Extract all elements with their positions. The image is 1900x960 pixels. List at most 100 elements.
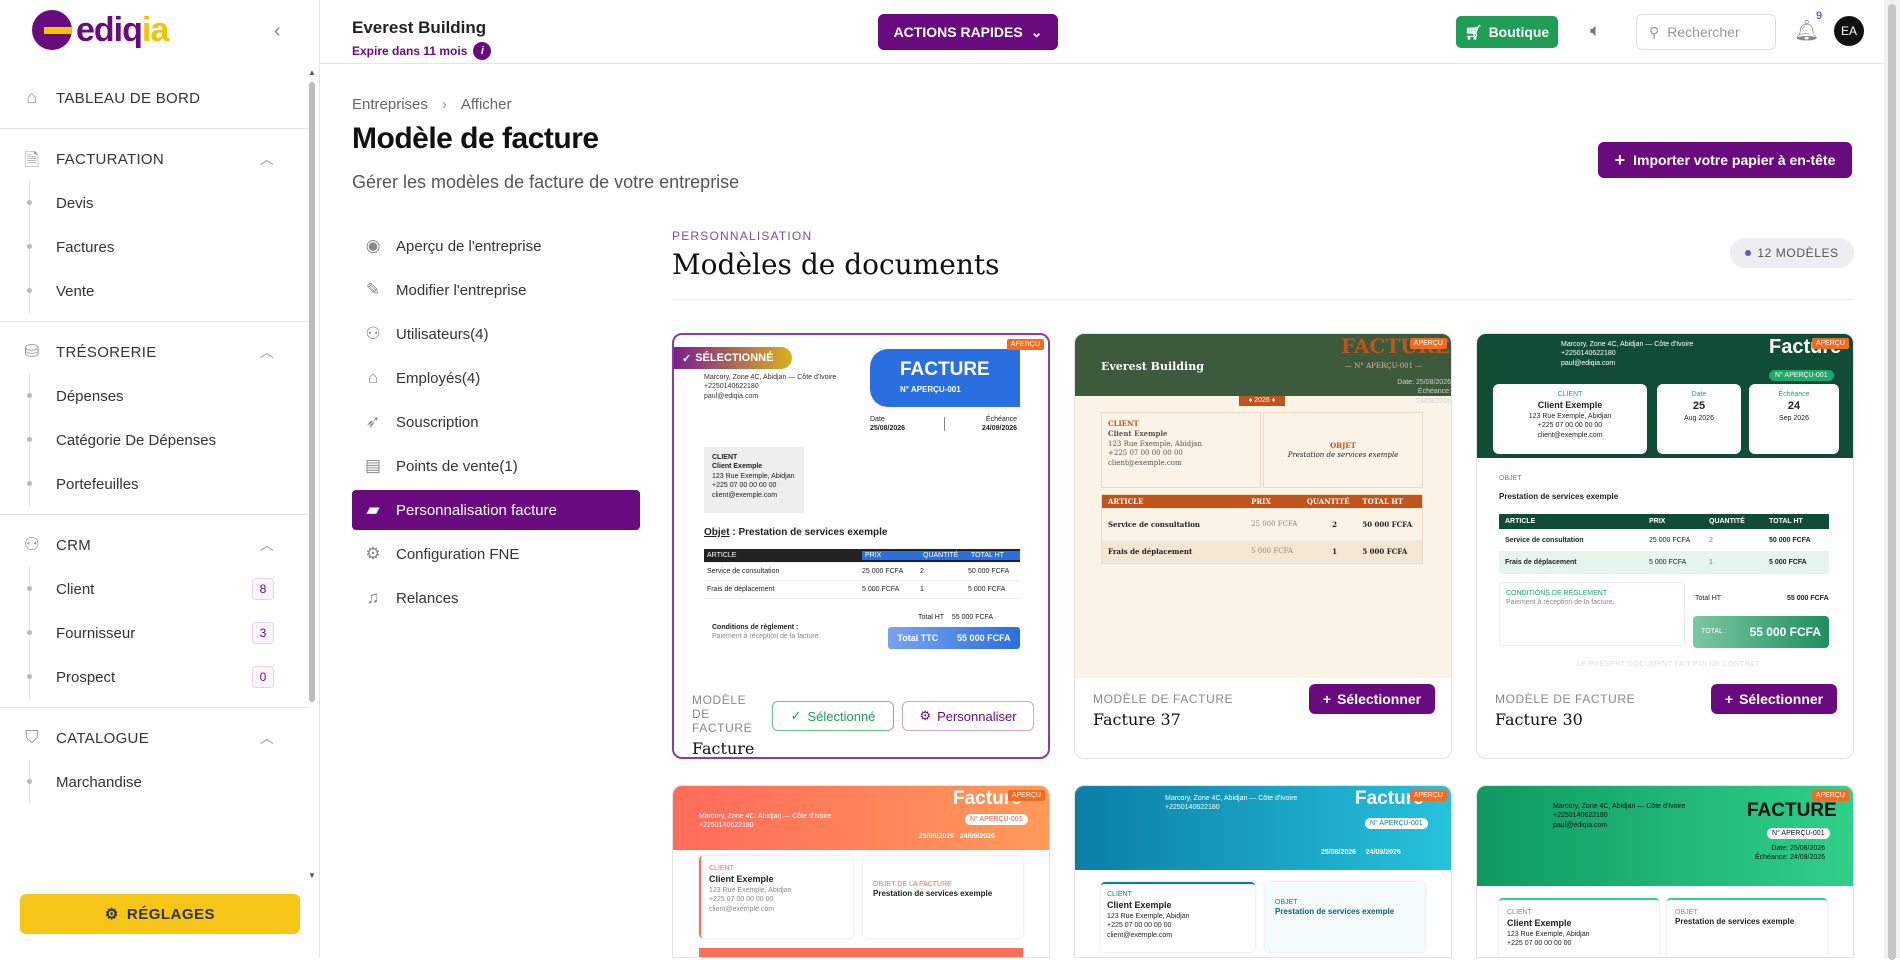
selected-button[interactable]: ✓ Sélectionné (772, 701, 894, 731)
template-card[interactable]: APERÇU ✓ SÉLECTIONNÉ Marcory, Zone 4C, Ab… (672, 333, 1050, 759)
table-cell: 25 000 FCFA (1251, 519, 1298, 528)
plus-icon: + (1614, 149, 1626, 170)
table-cell: Frais de déplacement (1108, 546, 1193, 556)
invoice-preview: APERÇU Marcory, Zone 4C, Abidjan — Côte … (673, 786, 1049, 957)
menu-item-points-de-vente[interactable]: ▤ Points de vente(1) (352, 446, 640, 486)
sidebar-item-label: Devis (56, 194, 94, 212)
sample-client-name: Client Exemple (712, 463, 763, 471)
sidebar-item-label: Prospect (56, 668, 116, 686)
collapse-sidebar-icon[interactable]: ‹ (274, 20, 281, 43)
sample-date-day: 25 (1692, 400, 1706, 413)
preview-badge: APERÇU (1409, 338, 1447, 349)
info-icon[interactable]: i (473, 42, 492, 60)
sidebar-section-tresorerie: ⛁ TRÉSORERIE ︿ Dépenses Catégorie De Dépen… (0, 322, 310, 515)
sample-client-email: client@exemple.com (709, 905, 775, 913)
select-template-button[interactable]: + Sélectionner (1309, 684, 1435, 714)
sample-date: 25/08/2026 (870, 425, 906, 433)
menu-item-fne[interactable]: ⚙ Configuration FNE (352, 534, 640, 574)
breadcrumb-current: Afficher (460, 96, 512, 113)
sidebar-label: CRM (56, 536, 92, 554)
sidebar-scrollbar[interactable]: ▲ ▼ (308, 68, 316, 880)
table-cell: Service de consultation (1108, 519, 1200, 529)
col-header: TOTAL HT (1362, 496, 1404, 506)
sample-date-label: Date (1691, 391, 1707, 398)
sample-phone: +2250140622180 (1165, 804, 1220, 812)
sidebar-section-header[interactable]: ⛉ CATALOGUE ︿ (0, 716, 310, 760)
table-cell: 5 000 FCFA (968, 585, 1006, 593)
sidebar-item-vente[interactable]: Vente (0, 269, 310, 313)
sample-date-label: Date (870, 416, 885, 423)
table-cell: Frais de déplacement (707, 585, 775, 593)
sample-object-label: OBJET (1275, 899, 1298, 906)
avatar[interactable]: EA (1834, 16, 1864, 46)
table-cell: 1 (1332, 546, 1337, 556)
card-footer: MODÈLE DE FACTURE Facture 1 (674, 679, 774, 757)
menu-item-apercu[interactable]: ◉ Aperçu de l'entreprise (352, 226, 640, 266)
sidebar-item-label: Portefeuilles (56, 475, 139, 493)
sidebar-item-fournisseur[interactable]: Fournisseur 3 (0, 611, 310, 655)
customize-label: Personnaliser (937, 708, 1017, 724)
rocket-icon: ➶ (365, 412, 381, 431)
search-input[interactable]: ⚲ Rechercher (1636, 14, 1776, 50)
sidebar-item-client[interactable]: Client 8 (0, 567, 310, 611)
table-cell: 2 (1709, 536, 1713, 544)
store-icon: ▤ (364, 456, 382, 475)
breadcrumb-link[interactable]: Entreprises (352, 96, 428, 113)
page-scrollbar[interactable] (1884, 0, 1900, 960)
template-card[interactable]: APERÇU Marcory, Zone 4C, Abidjan — Côte … (1476, 333, 1854, 759)
preview-badge: APERÇU (1006, 339, 1044, 350)
menu-item-souscription[interactable]: ➶ Souscription (352, 402, 640, 442)
template-card[interactable]: APERÇU Everest Building FACTURE — N° APE… (1074, 333, 1452, 759)
table-cell: 2 (1332, 519, 1337, 529)
template-card[interactable]: APERÇU Marcory, Zone 4C, Abidjan — Côte … (1476, 785, 1854, 958)
sidebar-item-marchandise[interactable]: Marchandise (0, 760, 310, 804)
sample-due-label: Échéance (1778, 391, 1810, 398)
sidebar-section-header[interactable]: ⛁ TRÉSORERIE ︿ (0, 330, 310, 374)
select-template-button[interactable]: + Sélectionner (1711, 684, 1837, 714)
invoice-preview: APERÇU ✓ SÉLECTIONNÉ Marcory, Zone 4C, Ab… (674, 335, 1048, 679)
sample-date: 25/08/2026 (1415, 379, 1451, 386)
breadcrumb: Entreprises › Afficher (352, 96, 511, 113)
sidebar-item-portefeuilles[interactable]: Portefeuilles (0, 462, 310, 506)
menu-item-relances[interactable]: ♫ Relances (352, 578, 640, 618)
customize-button[interactable]: ⚙ Personnaliser (902, 701, 1034, 731)
template-card[interactable]: APERÇU Marcory, Zone 4C, Abidjan — Côte … (1074, 785, 1452, 958)
conditions-text: Paiement à réception de la facture. (712, 633, 821, 641)
logo[interactable]: ediqia (32, 10, 169, 50)
preview-badge: APERÇU (1007, 790, 1045, 801)
sidebar-item-categorie-depenses[interactable]: Catégorie De Dépenses (0, 418, 310, 462)
col-header: QUANTITÉ (1709, 517, 1745, 525)
menu-label: Aperçu de l'entreprise (396, 237, 542, 255)
paint-roller-icon: ▰ (366, 500, 380, 519)
sample-client-phone: +225 07 00 00 00 00 (712, 482, 777, 490)
sidebar-section-header[interactable]: ⚇ CRM ︿ (0, 523, 310, 567)
sidebar-item-factures[interactable]: Factures (0, 225, 310, 269)
menu-item-employes[interactable]: ⌂ Employés(4) (352, 358, 640, 398)
menu-item-personnalisation[interactable]: ▰ Personnalisation facture (352, 490, 640, 530)
dot-icon (1745, 250, 1752, 256)
invoice-preview: APERÇU Marcory, Zone 4C, Abidjan — Côte … (1477, 786, 1853, 957)
sidebar-item-dashboard[interactable]: ⌂ TABLEAU DE BORD (0, 68, 310, 129)
shop-button[interactable]: 🛒︎ Boutique (1456, 16, 1558, 48)
shop-label: Boutique (1488, 24, 1550, 40)
sidebar-label: TABLEAU DE BORD (56, 89, 201, 107)
settings-button[interactable]: ⚙ RÉGLAGES (20, 894, 300, 934)
sample-object: Prestation de services exemple (1675, 917, 1795, 927)
sidebar-item-depenses[interactable]: Dépenses (0, 374, 310, 418)
sidebar-item-devis[interactable]: Devis (0, 181, 310, 225)
invoice-preview: APERÇU Marcory, Zone 4C, Abidjan — Côte … (1477, 334, 1853, 678)
menu-item-utilisateurs[interactable]: ⚇ Utilisateurs(4) (352, 314, 640, 354)
quick-actions-button[interactable]: ACTIONS RAPIDES ⌄ (878, 14, 1058, 50)
sidebar-item-prospect[interactable]: Prospect 0 (0, 655, 310, 699)
subscription-expiry: Expire dans 11 mois i (352, 42, 492, 60)
sample-phone: +2250140622180 (1553, 812, 1608, 820)
menu-label: Personnalisation facture (396, 501, 557, 519)
template-card[interactable]: APERÇU Marcory, Zone 4C, Abidjan — Côte … (672, 785, 1050, 958)
speaker-icon[interactable]: 🔈︎ (1590, 20, 1601, 41)
sidebar-section-header[interactable]: 🗎 FACTURATION ︿ (0, 137, 310, 181)
import-letterhead-button[interactable]: + Importer votre papier à en-tête (1598, 142, 1852, 178)
menu-item-modifier[interactable]: ✎ Modifier l'entreprise (352, 270, 640, 310)
preview-badge: APERÇU (1811, 790, 1849, 801)
sample-client-name: Client Exemple (1507, 918, 1572, 929)
sample-address: Marcory, Zone 4C, Abidjan — Côte d'Ivoir… (1561, 341, 1694, 348)
